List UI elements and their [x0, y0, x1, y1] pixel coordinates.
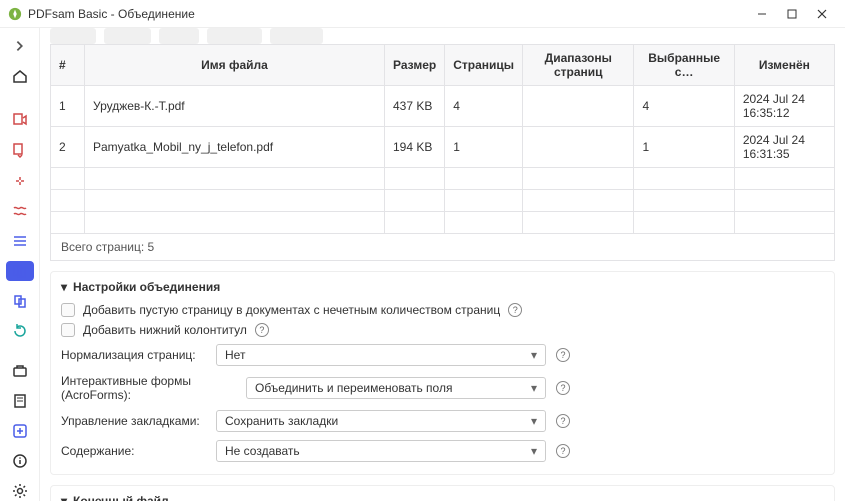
- chevron-down-icon: ▾: [531, 381, 537, 395]
- tab-placeholder-1[interactable]: [50, 28, 96, 44]
- table-row[interactable]: 1Уруджев-К.-Т.pdf437 KB442024 Jul 24 16:…: [51, 86, 835, 127]
- sidebar-merge-button[interactable]: [6, 261, 34, 281]
- output-title: Конечный файл: [73, 494, 169, 501]
- toc-label: Содержание:: [61, 444, 216, 458]
- chevron-down-icon: ▾: [61, 280, 67, 294]
- bookmarks-select[interactable]: Сохранить закладки ▾: [216, 410, 546, 432]
- merge-settings-title: Настройки объединения: [73, 280, 220, 294]
- maximize-button[interactable]: [777, 0, 807, 28]
- sidebar-tasks-button[interactable]: [6, 391, 34, 411]
- sidebar-split-size-button[interactable]: [6, 140, 34, 160]
- normalize-select[interactable]: Нет ▾: [216, 344, 546, 366]
- help-icon[interactable]: ?: [556, 444, 570, 458]
- col-ranges[interactable]: Диапазоны страниц: [523, 45, 634, 86]
- help-icon[interactable]: ?: [255, 323, 269, 337]
- bookmarks-value: Сохранить закладки: [225, 414, 338, 428]
- tab-placeholder-3[interactable]: [159, 28, 199, 44]
- sidebar-info-button[interactable]: [6, 451, 34, 471]
- files-table[interactable]: # Имя файла Размер Страницы Диапазоны ст…: [50, 44, 835, 234]
- blank-page-label: Добавить пустую страницу в документах с …: [83, 303, 500, 317]
- merge-settings-toggle[interactable]: ▾ Настройки объединения: [61, 280, 824, 294]
- col-pages[interactable]: Страницы: [445, 45, 523, 86]
- tab-placeholder-2[interactable]: [104, 28, 150, 44]
- table-row-empty: [51, 212, 835, 234]
- toc-value: Не создавать: [225, 444, 300, 458]
- tabbar: [40, 28, 845, 44]
- merge-settings-section: ▾ Настройки объединения Добавить пустую …: [50, 271, 835, 475]
- total-pages-label: Всего страниц: 5: [50, 234, 835, 261]
- sidebar-settings-button[interactable]: [6, 481, 34, 501]
- normalize-label: Нормализация страниц:: [61, 348, 216, 362]
- sidebar-extract-button[interactable]: [6, 201, 34, 221]
- main-panel: # Имя файла Размер Страницы Диапазоны ст…: [40, 28, 845, 501]
- help-icon[interactable]: ?: [508, 303, 522, 317]
- table-row[interactable]: 2Pamyatka_Mobil_ny_j_telefon.pdf194 KB11…: [51, 127, 835, 168]
- acroforms-label: Интерактивные формы (AcroForms):: [61, 374, 246, 402]
- sidebar-log-button[interactable]: [6, 421, 34, 441]
- output-section-toggle[interactable]: ▾ Конечный файл: [61, 494, 824, 501]
- col-index[interactable]: #: [51, 45, 85, 86]
- minimize-button[interactable]: [747, 0, 777, 28]
- close-button[interactable]: [807, 0, 837, 28]
- chevron-down-icon: ▾: [531, 414, 537, 428]
- sidebar-rotate-button[interactable]: [6, 321, 34, 341]
- tab-placeholder-5[interactable]: [270, 28, 322, 44]
- footer-label: Добавить нижний колонтитул: [83, 323, 247, 337]
- sidebar: [0, 28, 40, 501]
- sidebar-split-button[interactable]: [6, 110, 34, 130]
- table-row-empty: [51, 190, 835, 212]
- app-logo-icon: [8, 7, 22, 21]
- col-selected[interactable]: Выбранные с…: [634, 45, 734, 86]
- blank-page-checkbox[interactable]: [61, 303, 75, 317]
- sidebar-second-merge-button[interactable]: [6, 291, 34, 311]
- help-icon[interactable]: ?: [556, 348, 570, 362]
- chevron-down-icon: ▾: [61, 494, 67, 501]
- output-section: ▾ Конечный файл Обзор Заменить, если уже…: [50, 485, 835, 501]
- col-size[interactable]: Размер: [385, 45, 445, 86]
- acroforms-value: Объединить и переименовать поля: [255, 381, 452, 395]
- acroforms-select[interactable]: Объединить и переименовать поля ▾: [246, 377, 546, 399]
- sidebar-workspace-button[interactable]: [6, 361, 34, 381]
- bookmarks-label: Управление закладками:: [61, 414, 216, 428]
- sidebar-expand-button[interactable]: [6, 36, 34, 56]
- titlebar: PDFsam Basic - Объединение: [0, 0, 845, 28]
- footer-checkbox[interactable]: [61, 323, 75, 337]
- sidebar-split-bookmarks-button[interactable]: [6, 170, 34, 190]
- chevron-down-icon: ▾: [531, 444, 537, 458]
- chevron-down-icon: ▾: [531, 348, 537, 362]
- col-filename[interactable]: Имя файла: [85, 45, 385, 86]
- sidebar-home-button[interactable]: [6, 66, 34, 86]
- help-icon[interactable]: ?: [556, 381, 570, 395]
- tab-placeholder-4[interactable]: [207, 28, 263, 44]
- table-row-empty: [51, 168, 835, 190]
- normalize-value: Нет: [225, 348, 245, 362]
- col-modified[interactable]: Изменён: [734, 45, 834, 86]
- toc-select[interactable]: Не создавать ▾: [216, 440, 546, 462]
- window-title: PDFsam Basic - Объединение: [28, 7, 747, 21]
- help-icon[interactable]: ?: [556, 414, 570, 428]
- sidebar-alternate-mix-button[interactable]: [6, 231, 34, 251]
